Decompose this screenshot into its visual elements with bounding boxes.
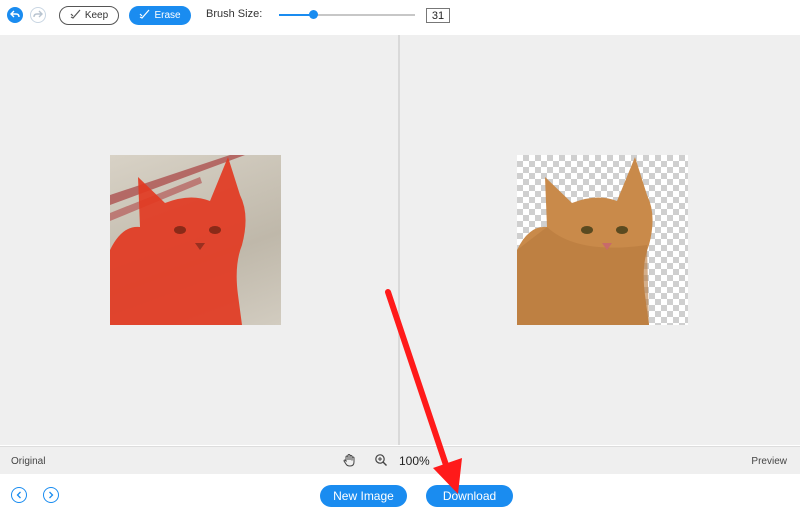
bottom-bar: New Image Download [0,474,800,513]
toolbar: Keep Erase Brush Size: 31 [0,0,800,34]
keep-brush-icon [70,9,81,22]
preview-panel[interactable] [400,35,800,445]
brush-size-slider-thumb[interactable] [308,10,318,19]
preview-cat-image[interactable] [517,155,688,325]
hand-pan-icon[interactable] [342,453,356,472]
keep-label: Keep [84,10,109,21]
undo-button[interactable] [7,7,23,23]
original-panel[interactable] [0,35,398,445]
erase-button[interactable]: Erase [129,6,191,25]
redo-button[interactable] [30,7,46,23]
zoom-in-icon[interactable] [374,453,388,472]
original-label: Original [11,456,46,467]
brush-size-label: Brush Size: [206,8,263,20]
zoom-level: 100% [399,454,430,468]
chevron-left-icon [15,486,23,504]
canvas-statusbar: Original 100% Preview [0,446,800,475]
new-image-button[interactable]: New Image [320,485,407,507]
brush-size-input[interactable]: 31 [426,8,450,23]
brush-size-slider-fill [279,14,313,16]
chevron-right-icon [47,486,55,504]
previous-button[interactable] [11,487,27,503]
preview-label: Preview [751,456,787,467]
original-cat-image[interactable] [110,155,281,325]
keep-button[interactable]: Keep [59,6,119,25]
next-button[interactable] [43,487,59,503]
erase-brush-icon [139,9,150,22]
erase-label: Erase [154,10,181,21]
download-button[interactable]: Download [426,485,513,507]
redo-icon [33,6,43,24]
undo-icon [10,6,20,24]
